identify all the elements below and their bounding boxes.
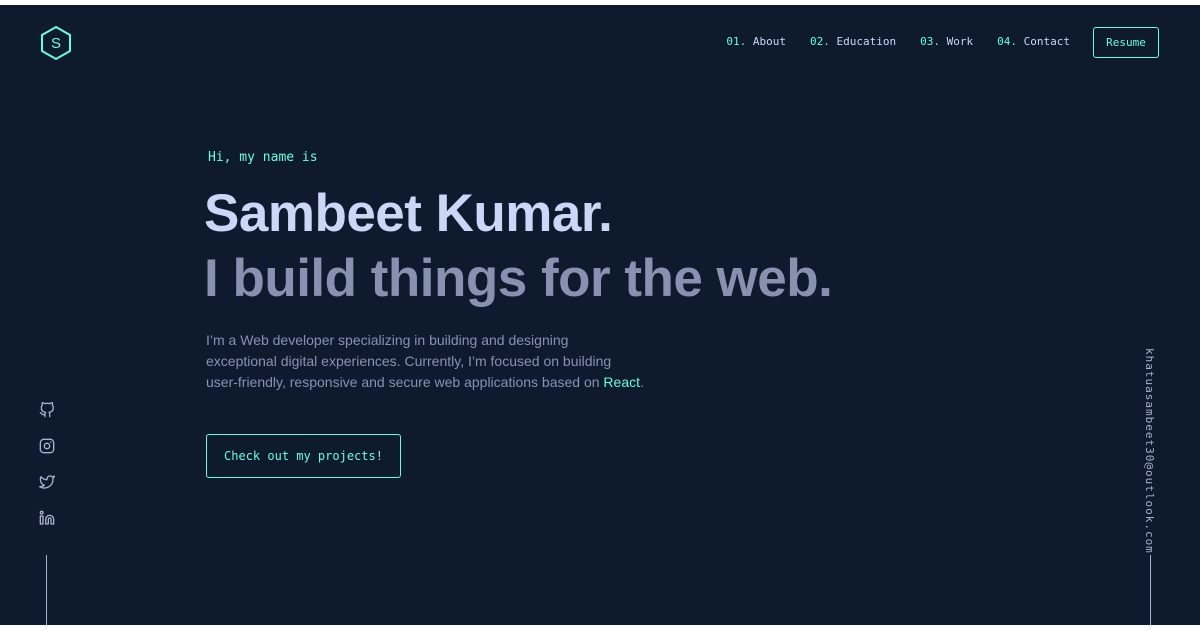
bio-line: exceptional digital experiences. Current… <box>206 353 612 369</box>
email-divider-line <box>1150 555 1151 625</box>
nav-label: About <box>752 35 787 48</box>
social-divider-line <box>46 555 47 625</box>
email-link[interactable]: khatuasambeet30@outlook.com <box>1143 348 1156 554</box>
nav-item-education[interactable]: 02. Education <box>810 35 896 48</box>
check-projects-button[interactable]: Check out my projects! <box>206 434 401 478</box>
nav-item-contact[interactable]: 04. Contact <box>997 35 1070 48</box>
bio-line: I’m a Web developer specializing in buil… <box>206 332 569 348</box>
nav-number: 01. <box>726 35 747 48</box>
nav-number: 03. <box>920 35 941 48</box>
main-nav: 01. About 02. Education 03. Work 04. Con… <box>726 35 1070 48</box>
twitter-icon[interactable] <box>37 472 57 492</box>
logo-letter: S <box>50 34 61 52</box>
nav-number: 02. <box>810 35 830 48</box>
bio-end: . <box>640 374 644 390</box>
page: S 01. About 02. Education 03. Work 04. C… <box>0 5 1200 625</box>
social-links <box>37 400 57 528</box>
resume-button[interactable]: Resume <box>1093 27 1159 58</box>
nav-number: 04. <box>997 35 1018 48</box>
greeting: Hi, my name is <box>208 150 318 165</box>
instagram-icon[interactable] <box>37 436 57 456</box>
github-icon[interactable] <box>37 400 57 420</box>
nav-item-about[interactable]: 01. About <box>726 35 786 48</box>
hero-bio: I’m a Web developer specializing in buil… <box>206 330 646 393</box>
react-link[interactable]: React <box>603 374 640 390</box>
nav-label: Education <box>836 35 897 48</box>
logo[interactable]: S <box>39 25 73 61</box>
nav-item-work[interactable]: 03. Work <box>920 35 973 48</box>
bio-line: user-friendly, responsive and secure web… <box>206 374 604 390</box>
nav-label: Contact <box>1023 35 1070 48</box>
hero-tagline: I build things for the web. <box>204 249 833 308</box>
hero-name: Sambeet Kumar. <box>204 184 613 243</box>
linkedin-icon[interactable] <box>37 508 57 528</box>
nav-label: Work <box>946 35 974 48</box>
